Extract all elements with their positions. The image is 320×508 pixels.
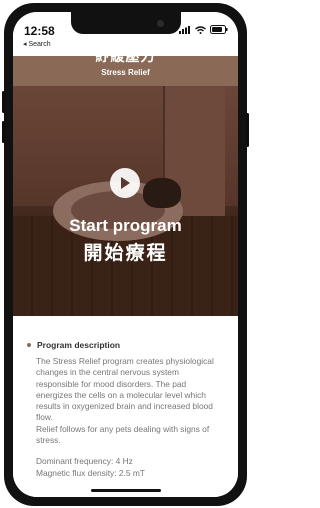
- wifi-icon: [195, 25, 206, 34]
- hero-dog: [143, 178, 181, 208]
- start-program-label-en[interactable]: Start program: [13, 216, 238, 236]
- volume-up-button: [2, 91, 5, 113]
- description-followup: Relief follows for any pets dealing with…: [36, 423, 210, 446]
- play-button[interactable]: [110, 168, 140, 198]
- home-indicator[interactable]: [91, 489, 161, 492]
- volume-down-button: [2, 121, 5, 143]
- signal-icon: [179, 25, 190, 34]
- description-body: The Stress Relief program creates physio…: [36, 356, 214, 423]
- camera-dot: [157, 20, 164, 27]
- notch: [71, 12, 181, 34]
- status-icons: [179, 25, 228, 34]
- bullet-icon: [27, 343, 31, 347]
- status-time: 12:58: [24, 24, 55, 38]
- back-to-search-link[interactable]: ◂ Search: [23, 40, 51, 48]
- start-program-label-zh[interactable]: 開始療程: [13, 238, 238, 265]
- program-hero-image[interactable]: Start program 開始療程: [13, 86, 238, 316]
- phone-frame: 12:58 ◂ Search 紓緩壓力 Stress Relief Start …: [2, 3, 249, 506]
- description-heading: Program description: [27, 340, 224, 350]
- power-button: [246, 113, 249, 147]
- play-icon: [121, 177, 130, 189]
- program-content: Program description The Stress Relief pr…: [13, 316, 238, 497]
- program-title-en: Stress Relief: [101, 68, 150, 77]
- battery-icon: [210, 25, 228, 34]
- description-heading-text: Program description: [37, 340, 121, 350]
- app-screen: 12:58 ◂ Search 紓緩壓力 Stress Relief Start …: [13, 12, 238, 497]
- spec-magnetic-flux: Magnetic flux density: 2.5 mT: [36, 467, 145, 478]
- spec-dominant-frequency: Dominant frequency: 4 Hz: [36, 456, 133, 467]
- status-bar: 12:58 ◂ Search: [13, 12, 238, 56]
